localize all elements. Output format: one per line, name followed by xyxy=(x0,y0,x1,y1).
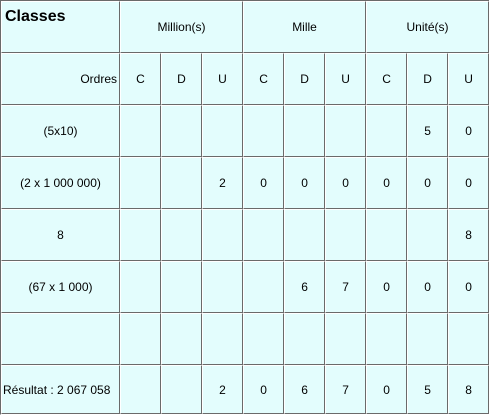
digit-cell xyxy=(202,261,244,313)
class-header-millions: Million(s) xyxy=(120,1,244,53)
digit-cell xyxy=(120,105,161,157)
digit-cell xyxy=(120,313,161,365)
digit-cell xyxy=(120,209,161,261)
result-digit-cell: 8 xyxy=(448,365,489,414)
digit-cell: 0 xyxy=(448,105,489,157)
digit-cell xyxy=(120,261,161,313)
digit-cell xyxy=(161,313,202,365)
classes-header-row: Classes Million(s) Mille Unité(s) xyxy=(1,1,489,53)
digit-cell: 0 xyxy=(243,157,285,209)
digit-cell xyxy=(243,105,285,157)
table-row: (67 x 1 000) 6 7 0 0 0 xyxy=(1,261,489,313)
digit-cell: 8 xyxy=(448,209,489,261)
digit-cell xyxy=(202,105,244,157)
digit-cell xyxy=(407,313,449,365)
digit-cell xyxy=(284,313,326,365)
digit-cell xyxy=(161,209,202,261)
order-header: C xyxy=(366,53,408,105)
table-row: (2 x 1 000 000) 2 0 0 0 0 0 0 xyxy=(1,157,489,209)
digit-cell: 0 xyxy=(366,261,408,313)
digit-cell: 5 xyxy=(407,105,449,157)
digit-cell xyxy=(284,105,326,157)
result-row: Résultat : 2 067 058 2 0 6 7 0 5 8 xyxy=(1,365,489,414)
orders-header-row: Ordres C D U C D U C D U xyxy=(1,53,489,105)
digit-cell: 0 xyxy=(325,157,367,209)
row-label xyxy=(1,313,120,365)
row-label: (2 x 1 000 000) xyxy=(1,157,120,209)
digit-cell: 0 xyxy=(366,157,408,209)
digit-cell xyxy=(325,209,367,261)
result-digit-cell xyxy=(120,365,161,414)
result-digit-cell: 5 xyxy=(407,365,449,414)
classes-title: Classes xyxy=(1,1,120,53)
order-header: U xyxy=(325,53,367,105)
table-row: (5x10) 5 0 xyxy=(1,105,489,157)
digit-cell xyxy=(243,313,285,365)
table-row xyxy=(1,313,489,365)
digit-cell xyxy=(243,261,285,313)
digit-cell xyxy=(161,105,202,157)
digit-cell: 0 xyxy=(407,157,449,209)
digit-cell xyxy=(202,313,244,365)
digit-cell xyxy=(448,313,489,365)
result-digit-cell: 0 xyxy=(366,365,408,414)
place-value-table: Classes Million(s) Mille Unité(s) Ordres… xyxy=(0,0,489,415)
digit-cell xyxy=(366,105,408,157)
digit-cell: 0 xyxy=(407,261,449,313)
digit-cell xyxy=(366,313,408,365)
row-label: (67 x 1 000) xyxy=(1,261,120,313)
table-row: 8 8 xyxy=(1,209,489,261)
digit-cell: 0 xyxy=(448,261,489,313)
result-digit-cell: 0 xyxy=(243,365,285,414)
digit-cell xyxy=(120,157,161,209)
digit-cell xyxy=(161,261,202,313)
result-label: Résultat : 2 067 058 xyxy=(1,365,120,414)
digit-cell: 0 xyxy=(448,157,489,209)
order-header: D xyxy=(161,53,202,105)
digit-cell xyxy=(366,209,408,261)
digit-cell xyxy=(202,209,244,261)
order-header: C xyxy=(243,53,285,105)
digit-cell: 2 xyxy=(202,157,244,209)
digit-cell xyxy=(325,313,367,365)
digit-cell xyxy=(325,105,367,157)
digit-cell xyxy=(243,209,285,261)
order-header: D xyxy=(407,53,449,105)
order-header: U xyxy=(202,53,244,105)
order-header: D xyxy=(284,53,326,105)
digit-cell xyxy=(407,209,449,261)
digit-cell xyxy=(284,209,326,261)
digit-cell: 7 xyxy=(325,261,367,313)
digit-cell: 0 xyxy=(284,157,326,209)
result-digit-cell: 2 xyxy=(202,365,244,414)
row-label: (5x10) xyxy=(1,105,120,157)
order-header: C xyxy=(120,53,161,105)
result-digit-cell: 7 xyxy=(325,365,367,414)
orders-label: Ordres xyxy=(1,53,120,105)
digit-cell: 6 xyxy=(284,261,326,313)
order-header: U xyxy=(448,53,489,105)
class-header-mille: Mille xyxy=(243,1,367,53)
result-digit-cell xyxy=(161,365,202,414)
digit-cell xyxy=(161,157,202,209)
row-label: 8 xyxy=(1,209,120,261)
result-digit-cell: 6 xyxy=(284,365,326,414)
class-header-unites: Unité(s) xyxy=(366,1,489,53)
